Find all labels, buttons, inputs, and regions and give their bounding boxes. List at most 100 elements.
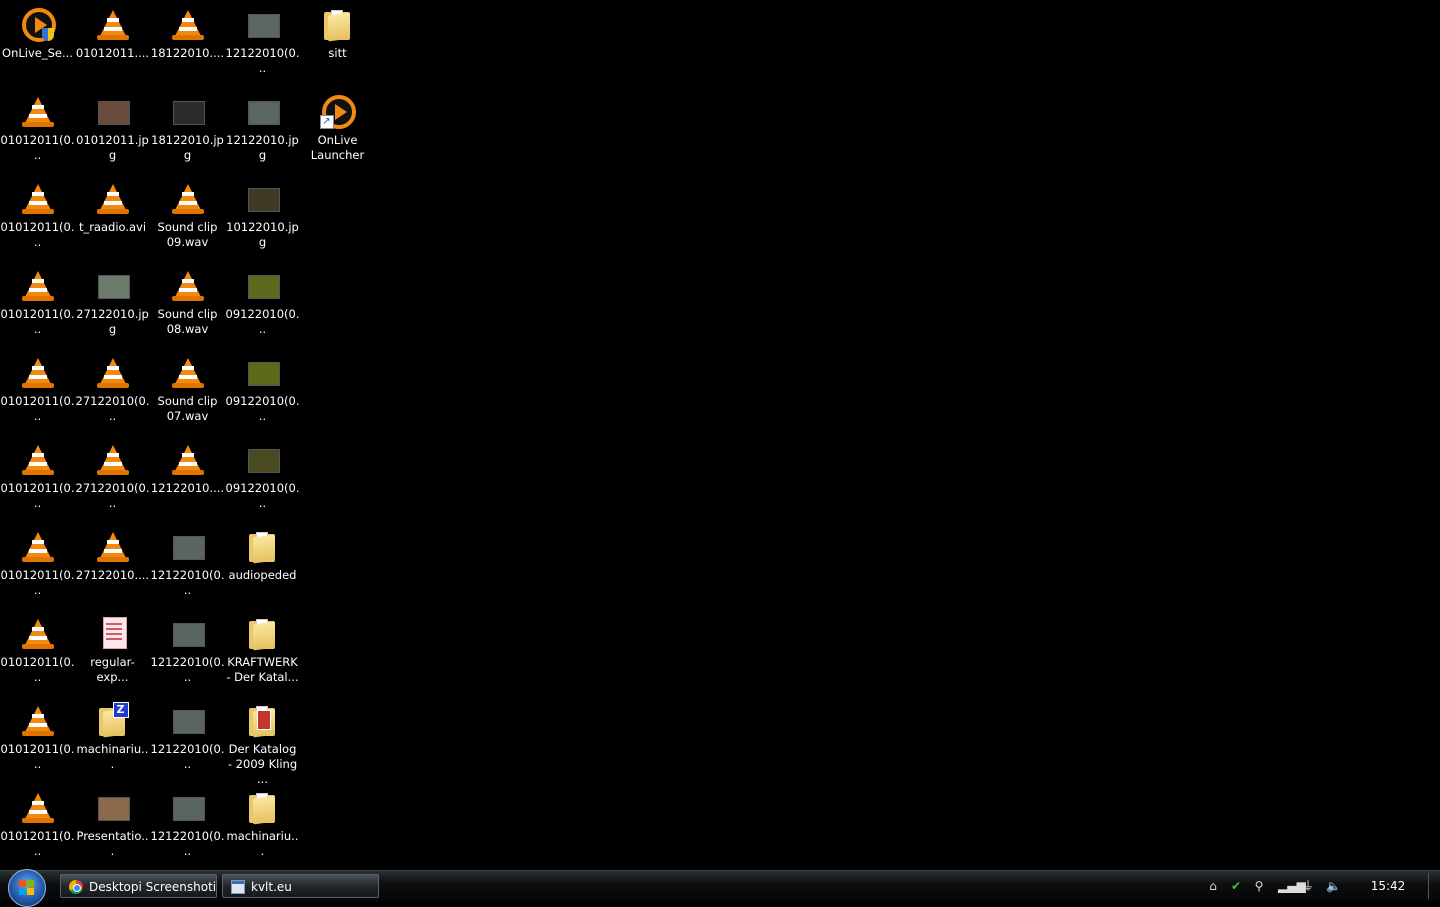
desktop-icon[interactable]: 12122010.... bbox=[150, 439, 225, 496]
desktop-icon[interactable]: 27122010(0... bbox=[75, 439, 150, 511]
vlc-media-icon bbox=[168, 439, 208, 479]
desktop-icon-label: Sound clip 08.wav bbox=[157, 307, 218, 336]
desktop-icon-label: 27122010.jpg bbox=[76, 307, 149, 336]
desktop-icon-label: 27122010(0... bbox=[75, 481, 150, 510]
desktop-icon[interactable]: 01012011(0... bbox=[0, 613, 75, 685]
desktop-icon[interactable]: 01012011(0... bbox=[0, 787, 75, 859]
desktop-icon[interactable]: 01012011(0... bbox=[0, 352, 75, 424]
desktop-icon[interactable]: 09122010(0... bbox=[225, 265, 300, 337]
desktop-icon[interactable]: 01012011(0... bbox=[0, 700, 75, 772]
desktop-icon[interactable]: audiopeded bbox=[225, 526, 300, 583]
image-thumbnail-icon bbox=[243, 4, 283, 44]
desktop-icon-label: 01012011(0... bbox=[0, 220, 75, 249]
desktop-icon[interactable]: 12122010(0... bbox=[225, 4, 300, 76]
folder-icon bbox=[318, 4, 358, 44]
desktop-icon[interactable]: 18122010.... bbox=[150, 4, 225, 61]
desktop-icon-label: regular-exp... bbox=[90, 655, 135, 684]
desktop-icon[interactable]: 12122010(0... bbox=[150, 700, 225, 772]
system-tray: ⌂ ✔ ⚲ ▂▄▆ ⏚ 🔈 15:42 bbox=[1200, 871, 1440, 901]
checkmark-icon[interactable]: ✔ bbox=[1229, 879, 1243, 893]
vlc-media-icon bbox=[93, 526, 133, 566]
signal-strength-icon[interactable]: ▂▄▆ bbox=[1278, 879, 1306, 893]
desktop-icon-label: Presentatio... bbox=[76, 829, 149, 858]
desktop-icon[interactable]: Sound clip 09.wav bbox=[150, 178, 225, 250]
desktop-icon[interactable]: 01012011(0... bbox=[0, 526, 75, 598]
desktop-icon[interactable]: 10122010.jpg bbox=[225, 178, 300, 250]
desktop-icon[interactable]: 01012011(0... bbox=[0, 178, 75, 250]
start-button[interactable] bbox=[8, 869, 46, 907]
image-thumbnail-icon bbox=[93, 91, 133, 131]
desktop-icon[interactable]: 01012011(0... bbox=[0, 91, 75, 163]
desktop-icon-label: 09122010(0... bbox=[225, 394, 300, 423]
desktop-icon[interactable]: Zmachinariu... bbox=[75, 700, 150, 772]
desktop-icon[interactable]: t_raadio.avi bbox=[75, 178, 150, 235]
vlc-media-icon bbox=[18, 439, 58, 479]
vlc-media-icon bbox=[18, 178, 58, 218]
desktop-icon[interactable]: 09122010(0... bbox=[225, 439, 300, 511]
desktop-icon[interactable]: 01012011.jpg bbox=[75, 91, 150, 163]
taskbar-button-kvlt[interactable]: kvlt.eu bbox=[222, 874, 379, 898]
vlc-media-icon bbox=[168, 352, 208, 392]
desktop-icon[interactable]: machinariu... bbox=[225, 787, 300, 859]
vlc-media-icon bbox=[93, 352, 133, 392]
desktop-icon[interactable]: 12122010(0... bbox=[150, 613, 225, 685]
text-document-icon bbox=[93, 613, 133, 653]
desktop-icon-label: 01012011(0... bbox=[0, 655, 75, 684]
desktop-icon[interactable]: ↗ OnLive Launcher bbox=[300, 91, 375, 163]
desktop-icon[interactable]: 01012011.... bbox=[75, 4, 150, 61]
desktop-icon[interactable]: 12122010.jpg bbox=[225, 91, 300, 163]
desktop-icon[interactable]: regular-exp... bbox=[75, 613, 150, 685]
volume-icon[interactable]: 🔈 bbox=[1326, 879, 1341, 893]
desktop-icon-label: 12122010.... bbox=[150, 481, 225, 495]
desktop-icon-label: 01012011(0... bbox=[0, 394, 75, 423]
image-thumbnail-icon bbox=[93, 265, 133, 305]
folder-icon bbox=[243, 526, 283, 566]
desktop-icon[interactable]: sitt bbox=[300, 4, 375, 61]
desktop-icon-label: 12122010(0... bbox=[150, 655, 225, 684]
image-thumbnail-icon bbox=[243, 439, 283, 479]
network-monitor-icon[interactable]: ⌂ bbox=[1206, 879, 1220, 893]
vlc-media-icon bbox=[18, 613, 58, 653]
chrome-icon bbox=[69, 880, 83, 894]
vlc-media-icon bbox=[18, 526, 58, 566]
desktop-icon[interactable]: Presentatio... bbox=[75, 787, 150, 859]
desktop-icon[interactable]: 12122010(0... bbox=[150, 787, 225, 859]
desktop-icon[interactable]: 12122010(0... bbox=[150, 526, 225, 598]
usb-device-icon[interactable]: ⚲ bbox=[1252, 879, 1266, 893]
desktop-icon-label: Sound clip 09.wav bbox=[157, 220, 218, 249]
vlc-media-icon bbox=[18, 787, 58, 827]
desktop-icon[interactable]: 18122010.jpg bbox=[150, 91, 225, 163]
desktop-icon[interactable]: 27122010.jpg bbox=[75, 265, 150, 337]
desktop-icon[interactable]: 27122010(0... bbox=[75, 352, 150, 424]
desktop[interactable]: OnLive_Se... 01012011.... 18122010.... 1212… bbox=[0, 0, 1440, 870]
clock[interactable]: 15:42 bbox=[1363, 871, 1413, 901]
desktop-icon[interactable]: 09122010(0... bbox=[225, 352, 300, 424]
desktop-icon-label: 27122010.... bbox=[75, 568, 150, 582]
desktop-icon-label: 12122010(0... bbox=[150, 742, 225, 771]
desktop-icon-label: OnLive_Se... bbox=[2, 46, 73, 60]
power-plug-icon[interactable]: ⏚ bbox=[1301, 879, 1315, 893]
desktop-icon[interactable]: OnLive_Se... bbox=[0, 4, 75, 61]
desktop-icon[interactable]: 01012011(0... bbox=[0, 439, 75, 511]
desktop-icon-label: audiopeded bbox=[228, 568, 297, 582]
desktop-icon[interactable]: 27122010.... bbox=[75, 526, 150, 583]
desktop-icon-label: 09122010(0... bbox=[225, 307, 300, 336]
desktop-icon-label: 01012011(0... bbox=[0, 568, 75, 597]
desktop-icon[interactable]: 01012011(0... bbox=[0, 265, 75, 337]
image-thumbnail-icon bbox=[168, 613, 208, 653]
desktop-icon-label: 18122010.... bbox=[150, 46, 225, 60]
desktop-icon[interactable]: Sound clip 08.wav bbox=[150, 265, 225, 337]
vlc-media-icon bbox=[93, 178, 133, 218]
desktop-icon-label: 12122010.jpg bbox=[226, 133, 299, 162]
desktop-icon-label: Der Katalog - 2009 Kling ... bbox=[227, 742, 298, 786]
desktop-icon[interactable]: Der Katalog - 2009 Kling ... bbox=[225, 700, 300, 787]
desktop-icon[interactable]: Sound clip 07.wav bbox=[150, 352, 225, 424]
show-desktop-button[interactable] bbox=[1428, 873, 1439, 899]
desktop-icon[interactable]: KRAFTWERK - Der Katal... bbox=[225, 613, 300, 685]
desktop-icon-label: 27122010(0... bbox=[75, 394, 150, 423]
desktop-icon-label: t_raadio.avi bbox=[78, 220, 147, 234]
image-thumbnail-icon bbox=[93, 787, 133, 827]
taskbar-button-chrome[interactable]: Desktopi Screenshoti... bbox=[60, 874, 217, 898]
vlc-media-icon bbox=[93, 439, 133, 479]
vlc-media-icon bbox=[18, 352, 58, 392]
